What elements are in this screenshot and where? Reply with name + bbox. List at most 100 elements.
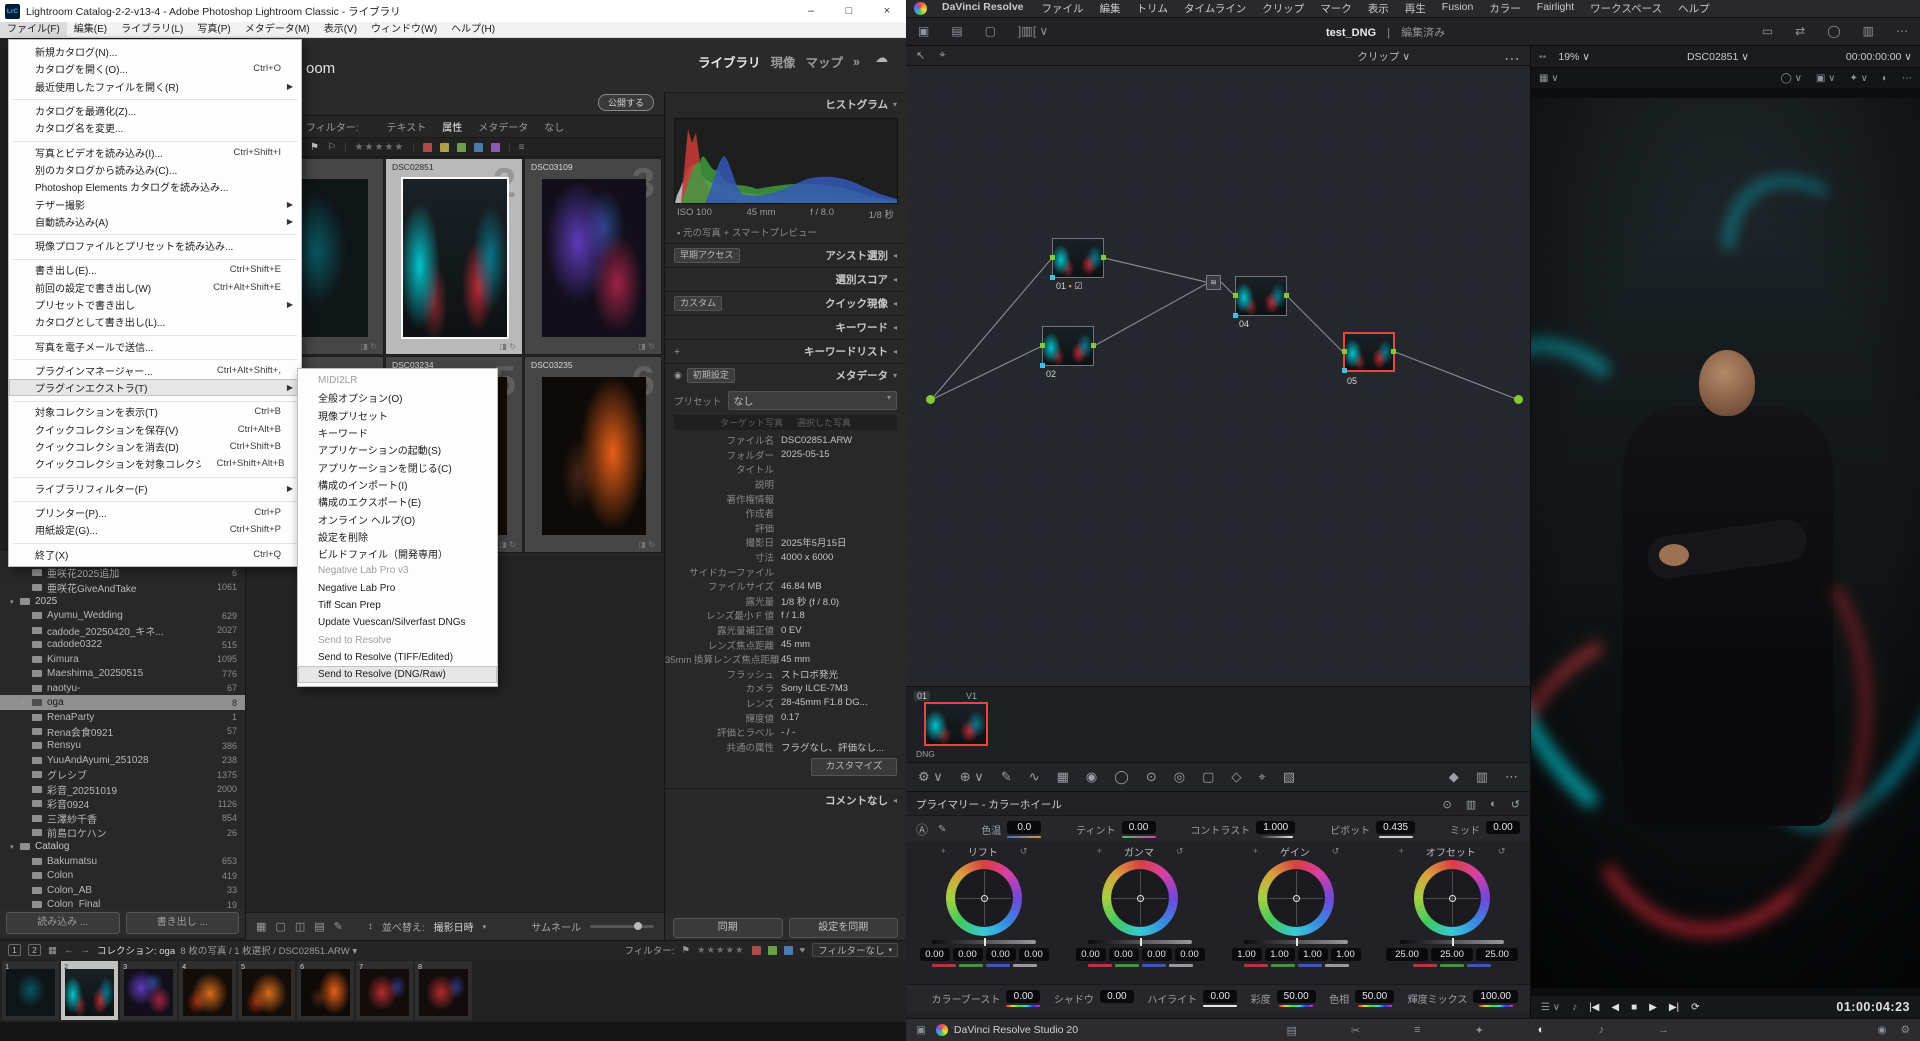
- notifications-icon[interactable]: ◉: [1877, 1024, 1886, 1036]
- media-pool-icon[interactable]: ▢: [985, 24, 996, 38]
- grid-view-icon[interactable]: ▦: [256, 920, 266, 933]
- wheel-adjust-icon[interactable]: +: [1097, 846, 1102, 856]
- back-arrow-icon[interactable]: ←: [64, 945, 74, 956]
- corrector-node[interactable]: [1040, 326, 1096, 368]
- filter-tab[interactable]: テキスト: [387, 119, 427, 134]
- submenu-item[interactable]: アプリケーションの起動(S): [298, 441, 497, 458]
- offset-green-value[interactable]: 25.00: [1431, 948, 1473, 961]
- auto-balance-icon[interactable]: Ⓐ: [916, 821, 928, 838]
- viewer-quality-icon[interactable]: ▦ ∨: [1539, 73, 1559, 84]
- folder-row[interactable]: グレシブ 1375: [0, 768, 245, 782]
- file-menu-item[interactable]: Photoshop Elements カタログを読み込み...: [9, 178, 301, 195]
- cell-photo[interactable]: [403, 179, 507, 337]
- score-section-header[interactable]: 選別スコア ◂: [665, 267, 906, 291]
- folder-row[interactable]: Colon_AB 33: [0, 883, 245, 897]
- target-photos-tab[interactable]: ターゲット写真: [720, 416, 783, 429]
- offset-red-value[interactable]: 25.00: [1386, 948, 1428, 961]
- param-value[interactable]: 0.00: [1121, 820, 1156, 834]
- file-menu-item[interactable]: カタログ名を変更...: [9, 119, 301, 136]
- lift-blue-value[interactable]: 0.00: [985, 948, 1016, 961]
- wheel-adjust-icon[interactable]: +: [941, 846, 946, 856]
- submenu-item[interactable]: Negative Lab Pro: [298, 580, 497, 597]
- resolve-menubar-item[interactable]: 編集: [1092, 1, 1129, 16]
- flag-reject-icon[interactable]: ⚐: [327, 142, 336, 153]
- timeline-wipe-icon[interactable]: ▭: [1762, 24, 1773, 38]
- filmstrip-thumbnail[interactable]: 5: [238, 961, 295, 1020]
- gamma-green-value[interactable]: 0.00: [1108, 948, 1139, 961]
- corrector-node[interactable]: [1233, 276, 1289, 318]
- filter-tab[interactable]: なし: [544, 119, 564, 134]
- resolve-menubar-item[interactable]: 表示: [1360, 1, 1397, 16]
- export-button[interactable]: 書き出し ...: [125, 912, 239, 934]
- file-menu-item[interactable]: 新規カタログ(N)...: [9, 43, 301, 60]
- grab-still-icon[interactable]: ◯: [1827, 24, 1840, 38]
- sync-button[interactable]: 同期: [673, 918, 783, 938]
- deliver-page-icon[interactable]: →: [1658, 1024, 1669, 1037]
- saved-preset-select[interactable]: カスタム: [674, 296, 723, 311]
- keyword-list-header[interactable]: + キーワードリスト ◂: [665, 339, 906, 363]
- color-warper-icon[interactable]: ▦: [1057, 769, 1069, 785]
- folder-row[interactable]: 彩音_20251019 2000: [0, 782, 245, 797]
- fusion-page-icon[interactable]: ✦: [1475, 1024, 1484, 1037]
- customize-button[interactable]: カスタマイズ: [811, 758, 897, 777]
- module-picker-item[interactable]: »: [853, 55, 860, 69]
- file-menu-item[interactable]: カタログとして書き出し(L)...: [9, 313, 301, 330]
- metadata-value[interactable]: 0.17: [781, 712, 900, 723]
- file-menu-item[interactable]: プリセットで書き出し ▶: [9, 296, 301, 313]
- file-menu-item[interactable]: 写真を電子メールで送信...: [9, 337, 301, 354]
- metadata-value[interactable]: 2025-05-15: [781, 449, 900, 460]
- stop-button[interactable]: ■: [1631, 1002, 1637, 1013]
- adjustment-value[interactable]: 50.00: [1276, 990, 1316, 1003]
- submenu-item[interactable]: 構成のエクスポート(E): [298, 493, 497, 510]
- gain-wheel[interactable]: [1258, 860, 1334, 936]
- module-picker-item[interactable]: ライブラリ: [698, 52, 761, 71]
- smart-preview-status[interactable]: ▪ 元の写真 + スマートプレビュー: [665, 221, 906, 243]
- metadata-value[interactable]: 46.84 MB: [781, 581, 900, 592]
- submenu-item[interactable]: 設定を削除: [298, 528, 497, 545]
- submenu-item[interactable]: Send to Resolve (TIFF/Edited): [298, 649, 497, 666]
- gain-green-value[interactable]: 1.00: [1264, 948, 1295, 961]
- resolve-menubar-item[interactable]: トリム: [1129, 1, 1177, 16]
- folder-row[interactable]: Ayumu_Wedding 629: [0, 609, 245, 623]
- submenu-item[interactable]: Negative Lab Pro v3: [298, 562, 497, 579]
- submenu-item[interactable]: Update Vuescan/Silverfast DNGs: [298, 614, 497, 631]
- filmstrip-thumbnail[interactable]: 4: [179, 961, 236, 1020]
- wheel-adjust-icon[interactable]: +: [1253, 846, 1258, 856]
- compare-view-icon[interactable]: ◫: [295, 920, 305, 933]
- resolve-menubar-item[interactable]: ヘルプ: [1670, 1, 1718, 16]
- folder-row[interactable]: Maeshima_20250515 776: [0, 667, 245, 681]
- file-menu-item[interactable]: [9, 330, 301, 337]
- gain-master-value[interactable]: 1.00: [1330, 948, 1361, 961]
- corrector-node-selected[interactable]: [1342, 332, 1396, 373]
- adjustment-value[interactable]: 50.00: [1355, 990, 1395, 1003]
- add-node-icon[interactable]: ⊕ ∨: [960, 769, 984, 785]
- filmstrip-thumbnail[interactable]: 6: [297, 961, 354, 1020]
- folder-row[interactable]: 三澤紗千香 854: [0, 811, 245, 826]
- mute-icon[interactable]: ♪: [1572, 1002, 1577, 1013]
- menubar-item[interactable]: 写真(P): [190, 22, 237, 38]
- pan-tool-icon[interactable]: ⌖: [939, 49, 945, 62]
- cloud-sync-icon[interactable]: ☁: [875, 50, 888, 66]
- wipe-mode-icon[interactable]: ▣ ∨: [1816, 73, 1836, 84]
- file-menu-item[interactable]: カタログを開く(O)... Ctrl+O: [9, 60, 301, 77]
- color-label-purple[interactable]: [490, 142, 500, 152]
- flag-pick-icon[interactable]: ⚑: [310, 142, 319, 153]
- param-value[interactable]: 0.435: [1376, 820, 1416, 834]
- publish-button[interactable]: 公開する: [597, 94, 654, 111]
- param-value[interactable]: 0.0: [1007, 820, 1042, 834]
- module-picker-item[interactable]: 現像: [771, 52, 796, 71]
- source-output-dot[interactable]: [926, 395, 935, 404]
- menubar-item[interactable]: メタデータ(M): [238, 22, 317, 38]
- reset-all-icon[interactable]: ↺: [1511, 798, 1520, 811]
- resolve-menubar-item[interactable]: Fairlight: [1529, 1, 1582, 16]
- file-menu-item[interactable]: 書き出し(E)... Ctrl+Shift+E: [9, 261, 301, 278]
- loupe-view-icon[interactable]: ▢: [275, 920, 285, 933]
- submenu-item[interactable]: Send to Resolve: [298, 631, 497, 648]
- quick-develop-header[interactable]: カスタム クイック現像 ◂: [665, 291, 906, 315]
- folder-row[interactable]: YuuAndAyumi_251028 238: [0, 753, 245, 767]
- menubar-item[interactable]: 編集(E): [67, 22, 114, 38]
- corrector-node[interactable]: [1050, 238, 1106, 280]
- filmstrip-source[interactable]: コレクション: oga 8 枚の写真 / 1 枚選択 / DSC02851.AR…: [97, 943, 357, 957]
- file-menu-item[interactable]: 用紙設定(G)... Ctrl+Shift+P: [9, 521, 301, 538]
- second-window-button[interactable]: 2: [28, 944, 41, 956]
